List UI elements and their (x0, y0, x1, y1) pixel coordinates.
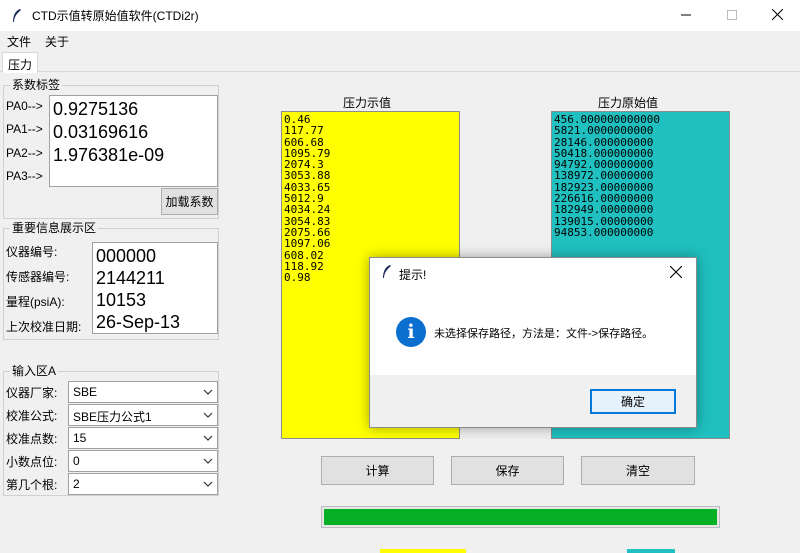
feather-icon (10, 8, 24, 23)
message-dialog: 提示! i 未选择保存路径，方法是：文件->保存路径。 确定 (369, 257, 697, 428)
decimal-places-label: 小数点位: (6, 455, 58, 469)
menu-file[interactable]: 文件 (7, 33, 31, 50)
compute-button[interactable]: 计算 (321, 456, 434, 485)
ok-button[interactable]: 确定 (590, 389, 676, 414)
chevron-down-icon (203, 432, 213, 444)
calibration-points-select[interactable]: 15 (68, 427, 218, 449)
background-strip (380, 549, 466, 553)
menu-bar: 文件 关于 (0, 31, 800, 50)
pa2-label: PA2--> (6, 146, 43, 160)
range-value: 10153 (96, 290, 147, 310)
maximize-icon (727, 9, 737, 23)
feather-icon (382, 265, 392, 279)
root-index-value: 2 (73, 477, 80, 491)
dialog-title: 提示! (399, 268, 427, 282)
manufacturer-label: 仪器厂家: (6, 386, 58, 400)
load-coefficients-button[interactable]: 加载系数 (161, 188, 218, 215)
decimal-places-value: 0 (73, 454, 80, 468)
sensor-id-label: 传感器编号: (6, 270, 70, 284)
list-item: 1097.06 (284, 237, 331, 251)
info-icon: i (396, 317, 426, 347)
list-item: 182949.00000000 (554, 203, 654, 217)
root-index-select[interactable]: 2 (68, 473, 218, 495)
menu-about[interactable]: 关于 (45, 33, 69, 50)
range-label: 量程(psiA): (6, 295, 65, 309)
list-item: 94853.000000000 (554, 225, 654, 239)
info-group-title: 重要信息展示区 (10, 221, 99, 235)
dialog-title-bar: 提示! (370, 258, 696, 288)
chevron-down-icon (203, 478, 213, 490)
instrument-id-value: 000000 (96, 246, 157, 266)
pa0-value: 0.9275136 (53, 99, 139, 119)
tab-bar: 压力 (0, 50, 800, 73)
formula-select[interactable]: SBE压力公式1 (68, 404, 218, 426)
raw-values-title: 压力原始值 (598, 96, 659, 110)
progress-fill (324, 509, 717, 525)
display-values-title: 压力示值 (343, 96, 392, 110)
pa3-label: PA3--> (6, 169, 43, 183)
close-icon (771, 8, 783, 23)
title-bar: CTD示值转原始值软件(CTDi2r) (0, 0, 800, 31)
minimize-icon (681, 9, 691, 23)
instrument-id-label: 仪器编号: (6, 245, 58, 259)
close-icon (669, 265, 683, 281)
dialog-message: 未选择保存路径，方法是：文件->保存路径。 (434, 328, 654, 340)
calibration-points-label: 校准点数: (6, 432, 58, 446)
formula-label: 校准公式: (6, 409, 58, 423)
pa1-label: PA1--> (6, 122, 43, 136)
info-values-box: 000000 2144211 10153 26-Sep-13 (92, 242, 218, 334)
background-strip (627, 549, 675, 553)
pa2-value: 1.976381e-09 (53, 145, 165, 165)
close-button[interactable] (754, 0, 800, 31)
last-calibration-label: 上次校准日期: (6, 320, 82, 334)
window-title: CTD示值转原始值软件(CTDi2r) (32, 9, 199, 23)
maximize-button[interactable] (709, 0, 755, 31)
progress-bar (321, 506, 720, 528)
coefficient-values-box[interactable]: 0.9275136 0.03169616 1.976381e-09 (49, 95, 218, 187)
coefficient-group-title: 系数标签 (10, 78, 63, 92)
dialog-close-button[interactable] (669, 265, 684, 281)
list-item: 4034.24 (284, 203, 331, 217)
input-group-title: 输入区A (10, 364, 59, 378)
decimal-places-select[interactable]: 0 (68, 450, 218, 472)
tab-pressure[interactable]: 压力 (2, 52, 39, 73)
last-calibration-value: 26-Sep-13 (96, 312, 181, 332)
clear-button[interactable]: 清空 (581, 456, 695, 485)
calibration-points-value: 15 (73, 431, 87, 445)
manufacturer-select[interactable]: SBE (68, 381, 218, 403)
pa0-label: PA0--> (6, 99, 43, 113)
chevron-down-icon (203, 409, 213, 421)
chevron-down-icon (203, 386, 213, 398)
minimize-button[interactable] (663, 0, 709, 31)
chevron-down-icon (203, 455, 213, 467)
list-item: 117.77 (284, 124, 324, 138)
list-item: 5821.0000000000 (554, 124, 654, 138)
manufacturer-value: SBE (73, 385, 98, 399)
pa1-value: 0.03169616 (53, 122, 149, 142)
sensor-id-value: 2144211 (96, 268, 165, 288)
root-index-label: 第几个根: (6, 478, 58, 492)
formula-value: SBE压力公式1 (73, 410, 152, 424)
save-button[interactable]: 保存 (451, 456, 564, 485)
